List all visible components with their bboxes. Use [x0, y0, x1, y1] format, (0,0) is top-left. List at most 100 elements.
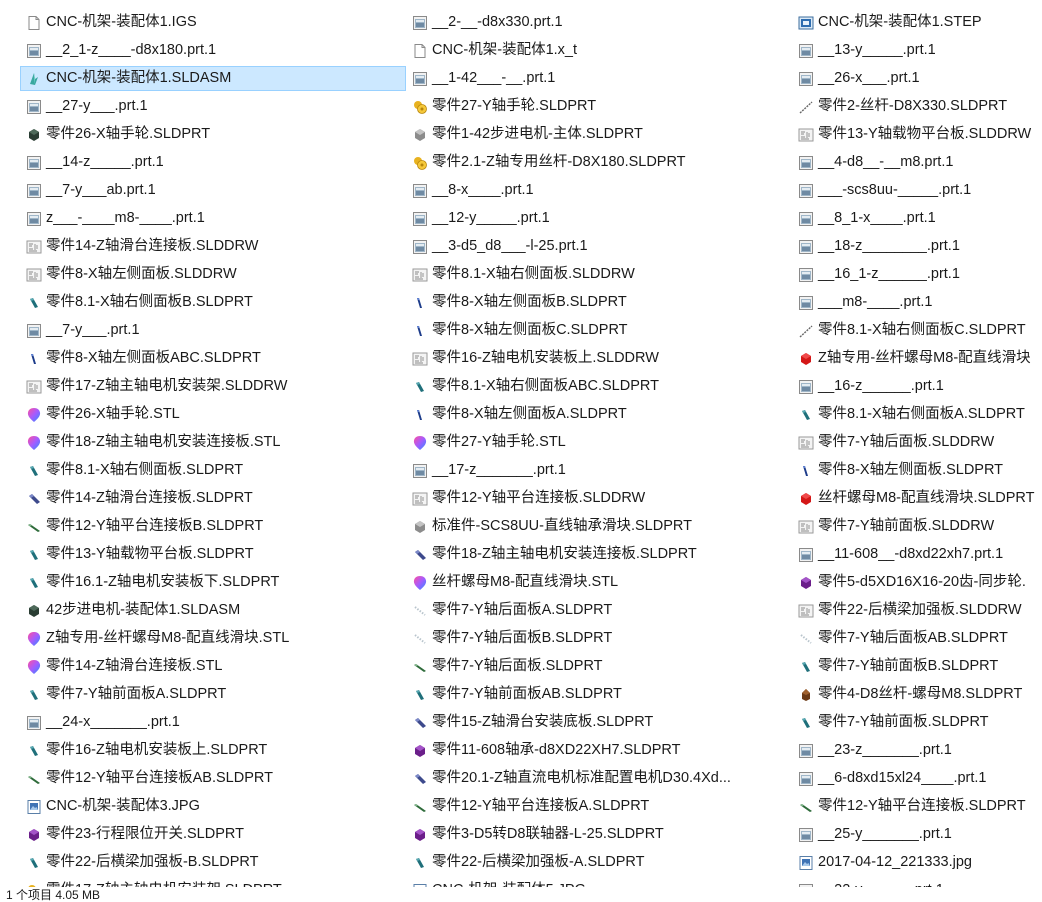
green-part-icon: [26, 519, 42, 535]
file-item[interactable]: __16_1-z______.prt.1: [792, 262, 1042, 287]
file-item[interactable]: __4-d8__-__m8.prt.1: [792, 150, 1042, 175]
file-item[interactable]: 零件18-Z轴主轴电机安装连接板.STL: [20, 430, 406, 455]
file-item[interactable]: 零件20.1-Z轴直流电机标准配置电机D30.4Xd...: [406, 766, 792, 791]
file-item[interactable]: 零件14-Z轴滑台连接板.SLDPRT: [20, 486, 406, 511]
file-item[interactable]: __3-d5_d8___-l-25.prt.1: [406, 234, 792, 259]
file-item[interactable]: __14-z_____.prt.1: [20, 150, 406, 175]
file-item[interactable]: __2-__-d8x330.prt.1: [406, 10, 792, 35]
file-item[interactable]: __8-x____.prt.1: [406, 178, 792, 203]
file-item[interactable]: 零件8.1-X轴右侧面板B.SLDPRT: [20, 290, 406, 315]
file-item[interactable]: 零件17-Z轴主轴电机安装架.SLDDRW: [20, 374, 406, 399]
file-item[interactable]: 零件7-Y轴前面板.SLDDRW: [792, 514, 1042, 539]
file-item[interactable]: 零件13-Y轴载物平台板.SLDPRT: [20, 542, 406, 567]
file-item[interactable]: 零件12-Y轴平台连接板.SLDPRT: [792, 794, 1042, 819]
file-item[interactable]: __24-x_______.prt.1: [20, 710, 406, 735]
file-item[interactable]: __11-608__-d8xd22xh7.prt.1: [792, 542, 1042, 567]
file-item[interactable]: CNC-机架-装配体1.SLDASM: [20, 66, 406, 91]
file-item[interactable]: 零件12-Y轴平台连接板B.SLDPRT: [20, 514, 406, 539]
file-item[interactable]: Z轴专用-丝杆螺母M8-配直线滑块.STL: [20, 626, 406, 651]
file-item[interactable]: z___-____m8-____.prt.1: [20, 206, 406, 231]
file-item[interactable]: __1-42___-__.prt.1: [406, 66, 792, 91]
file-item[interactable]: ___m8-____.prt.1: [792, 290, 1042, 315]
file-item[interactable]: 零件7-Y轴后面板.SLDDRW: [792, 430, 1042, 455]
file-item[interactable]: 零件13-Y轴载物平台板.SLDDRW: [792, 122, 1042, 147]
file-item[interactable]: 零件26-X轴手轮.STL: [20, 402, 406, 427]
file-item[interactable]: 零件7-Y轴前面板B.SLDPRT: [792, 654, 1042, 679]
file-item[interactable]: __2_1-z____-d8x180.prt.1: [20, 38, 406, 63]
drawing-icon: [798, 127, 814, 143]
file-item[interactable]: 零件12-Y轴平台连接板.SLDDRW: [406, 486, 792, 511]
file-item[interactable]: CNC-机架-装配体1.IGS: [20, 10, 406, 35]
file-item[interactable]: 零件22-后横梁加强板-A.SLDPRT: [406, 850, 792, 875]
file-item[interactable]: CNC-机架-装配体1.x_t: [406, 38, 792, 63]
file-item[interactable]: __25-y_______.prt.1: [792, 822, 1042, 847]
file-item[interactable]: 零件8-X轴左侧面板.SLDDRW: [20, 262, 406, 287]
file-item[interactable]: 标准件-SCS8UU-直线轴承滑块.SLDPRT: [406, 514, 792, 539]
file-item[interactable]: 零件2-丝杆-D8X330.SLDPRT: [792, 94, 1042, 119]
file-item[interactable]: __13-y_____.prt.1: [792, 38, 1042, 63]
file-item[interactable]: __12-y_____.prt.1: [406, 206, 792, 231]
file-item[interactable]: 2017-04-12_221333.jpg: [792, 850, 1042, 875]
file-item[interactable]: 零件16-Z轴电机安装板上.SLDPRT: [20, 738, 406, 763]
file-item[interactable]: 零件4-D8丝杆-螺母M8.SLDPRT: [792, 682, 1042, 707]
file-item[interactable]: 零件27-Y轴手轮.SLDPRT: [406, 94, 792, 119]
file-item[interactable]: 零件7-Y轴后面板A.SLDPRT: [406, 598, 792, 623]
file-item[interactable]: 零件22-后横梁加强板-B.SLDPRT: [20, 850, 406, 875]
prt-file-icon: [798, 379, 814, 395]
file-item[interactable]: 零件8-X轴左侧面板ABC.SLDPRT: [20, 346, 406, 371]
file-item[interactable]: __7-y___.prt.1: [20, 318, 406, 343]
file-item[interactable]: 零件7-Y轴后面板AB.SLDPRT: [792, 626, 1042, 651]
file-item[interactable]: __8_1-x____.prt.1: [792, 206, 1042, 231]
file-item[interactable]: 零件14-Z轴滑台连接板.STL: [20, 654, 406, 679]
file-item[interactable]: __17-z_______.prt.1: [406, 458, 792, 483]
file-name: __25-y_______.prt.1: [818, 826, 952, 842]
file-item[interactable]: 零件7-Y轴后面板B.SLDPRT: [406, 626, 792, 651]
file-item[interactable]: 零件8.1-X轴右侧面板C.SLDPRT: [792, 318, 1042, 343]
file-item[interactable]: 丝杆螺母M8-配直线滑块.STL: [406, 570, 792, 595]
file-item[interactable]: 零件18-Z轴主轴电机安装连接板.SLDPRT: [406, 542, 792, 567]
file-item[interactable]: 零件8-X轴左侧面板B.SLDPRT: [406, 290, 792, 315]
file-name: 零件16-Z轴电机安装板上.SLDPRT: [46, 742, 268, 758]
file-item[interactable]: 零件8-X轴左侧面板.SLDPRT: [792, 458, 1042, 483]
file-item[interactable]: 零件11-608轴承-d8XD22XH7.SLDPRT: [406, 738, 792, 763]
file-item[interactable]: 零件7-Y轴前面板A.SLDPRT: [20, 682, 406, 707]
file-item[interactable]: 零件16-Z轴电机安装板上.SLDDRW: [406, 346, 792, 371]
file-item[interactable]: 零件7-Y轴前面板AB.SLDPRT: [406, 682, 792, 707]
file-item[interactable]: 零件22-后横梁加强板.SLDDRW: [792, 598, 1042, 623]
file-item[interactable]: 零件8.1-X轴右侧面板A.SLDPRT: [792, 402, 1042, 427]
file-item[interactable]: 零件23-行程限位开关.SLDPRT: [20, 822, 406, 847]
file-item[interactable]: CNC-机架-装配体1.STEP: [792, 10, 1042, 35]
file-item[interactable]: 零件14-Z轴滑台连接板.SLDDRW: [20, 234, 406, 259]
file-item[interactable]: 零件3-D5转D8联轴器-L-25.SLDPRT: [406, 822, 792, 847]
file-item[interactable]: 零件7-Y轴后面板.SLDPRT: [406, 654, 792, 679]
file-item[interactable]: 42步进电机-装配体1.SLDASM: [20, 598, 406, 623]
file-item[interactable]: __16-z______.prt.1: [792, 374, 1042, 399]
file-item[interactable]: 零件12-Y轴平台连接板AB.SLDPRT: [20, 766, 406, 791]
file-item[interactable]: 零件8.1-X轴右侧面板ABC.SLDPRT: [406, 374, 792, 399]
file-item[interactable]: 零件26-X轴手轮.SLDPRT: [20, 122, 406, 147]
brown-part-icon: [798, 687, 814, 703]
file-item[interactable]: 丝杆螺母M8-配直线滑块.SLDPRT: [792, 486, 1042, 511]
file-item[interactable]: Z轴专用-丝杆螺母M8-配直线滑块: [792, 346, 1042, 371]
file-item[interactable]: __27-y___.prt.1: [20, 94, 406, 119]
file-item[interactable]: __23-z_______.prt.1: [792, 738, 1042, 763]
file-item[interactable]: __26-x___.prt.1: [792, 66, 1042, 91]
file-item[interactable]: 零件16.1-Z轴电机安装板下.SLDPRT: [20, 570, 406, 595]
file-item[interactable]: 零件8.1-X轴右侧面板.SLDPRT: [20, 458, 406, 483]
file-item[interactable]: 零件15-Z轴滑台安装底板.SLDPRT: [406, 710, 792, 735]
file-item[interactable]: 零件5-d5XD16X16-20齿-同步轮.: [792, 570, 1042, 595]
file-item[interactable]: __7-y___ab.prt.1: [20, 178, 406, 203]
file-item[interactable]: __18-z________.prt.1: [792, 234, 1042, 259]
file-item[interactable]: 零件12-Y轴平台连接板A.SLDPRT: [406, 794, 792, 819]
file-item[interactable]: 零件27-Y轴手轮.STL: [406, 430, 792, 455]
file-item[interactable]: 零件8-X轴左侧面板A.SLDPRT: [406, 402, 792, 427]
file-item[interactable]: 零件7-Y轴前面板.SLDPRT: [792, 710, 1042, 735]
file-name: 零件11-608轴承-d8XD22XH7.SLDPRT: [432, 742, 681, 758]
file-item[interactable]: CNC-机架-装配体3.JPG: [20, 794, 406, 819]
file-item[interactable]: ___-scs8uu-_____.prt.1: [792, 178, 1042, 203]
file-item[interactable]: 零件8-X轴左侧面板C.SLDPRT: [406, 318, 792, 343]
file-item[interactable]: 零件1-42步进电机-主体.SLDPRT: [406, 122, 792, 147]
file-item[interactable]: 零件8.1-X轴右侧面板.SLDDRW: [406, 262, 792, 287]
file-item[interactable]: 零件2.1-Z轴专用丝杆-D8X180.SLDPRT: [406, 150, 792, 175]
file-item[interactable]: __6-d8xd15xl24____.prt.1: [792, 766, 1042, 791]
